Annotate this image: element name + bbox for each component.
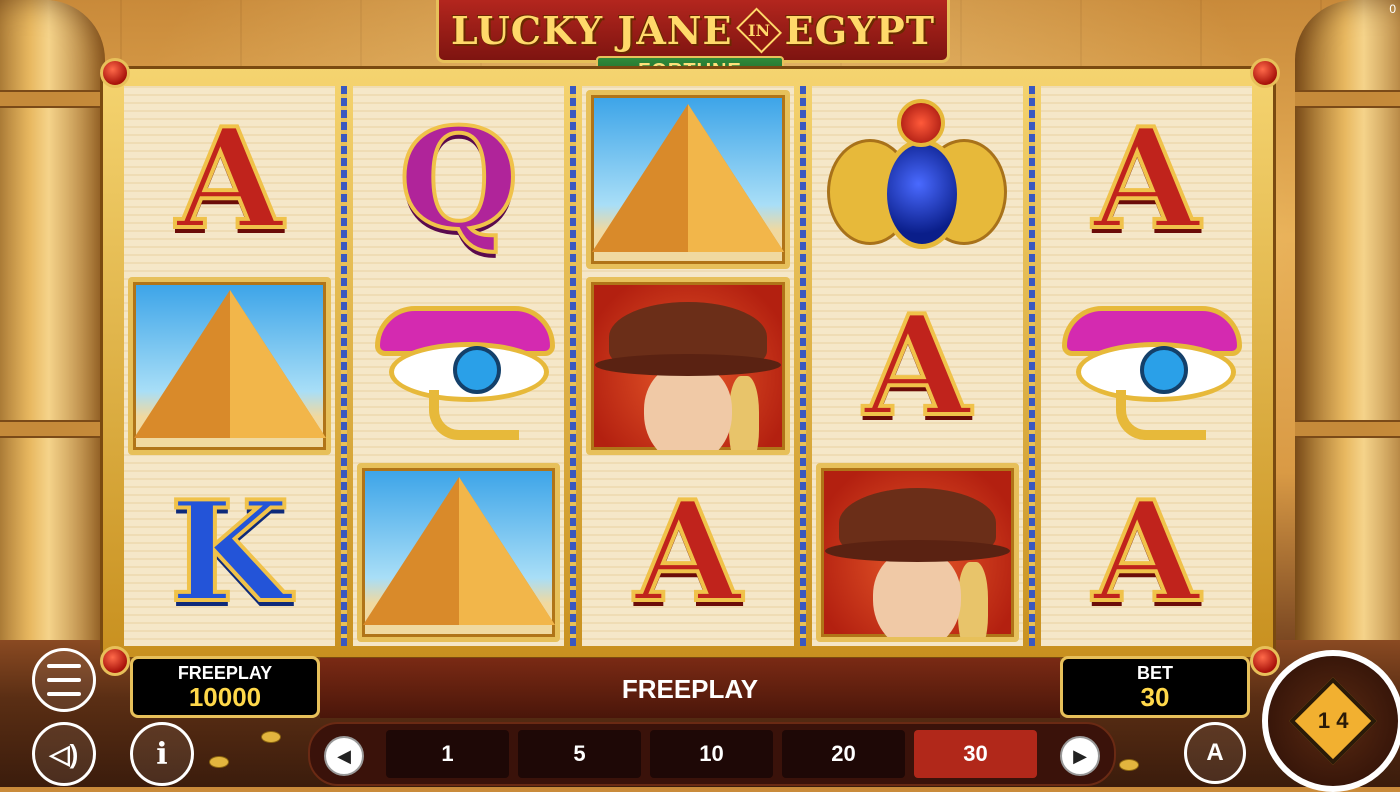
reel-divider [799,86,806,646]
lucky-jane-icon [586,276,790,456]
spin-button[interactable]: 1 4 [1262,650,1400,792]
chevron-left-icon[interactable]: ◀ [324,736,364,776]
bet-option[interactable]: 5 [518,730,641,778]
autoplay-a-icon[interactable]: A [1184,722,1246,784]
symbol-a: A [632,470,743,634]
symbol-eye-of-horus [353,273,564,460]
reel-divider [1028,86,1035,646]
frame-gem [1250,58,1280,88]
balance-box: FREEPLAY 10000 [130,656,320,718]
balance-value: 10000 [188,682,262,712]
pyramid-icon [357,463,561,642]
bet-box: BET 30 [1060,656,1250,718]
gold-coin [262,732,280,742]
pyramid-icon [586,90,790,269]
bet-option[interactable]: 1 [386,730,509,778]
symbol-lucky-jane [812,459,1023,646]
reel-2: Q [353,86,565,646]
reel-divider [341,86,348,646]
reel-3: A [582,86,794,646]
hamburger-menu-icon[interactable] [32,648,96,712]
bet-option[interactable]: 20 [782,730,905,778]
lucky-jane-icon [815,463,1019,642]
balance-label: FREEPLAY [177,663,273,683]
symbol-a: A [862,283,973,447]
symbol-lucky-jane [582,273,793,460]
frame-gem [1250,646,1280,676]
logo-title-left: LUCKY JANE [450,7,733,53]
reel-5: A A [1040,86,1253,646]
gold-coin [1120,760,1138,770]
symbol-a: A [1091,97,1202,261]
logo-title-in: IN [735,6,782,54]
symbol-pyramid [582,86,793,273]
symbol-pyramid [353,459,564,646]
game-logo: LUCKY JANE IN EGYPT [436,0,950,63]
scarab-icon [827,99,1008,259]
gold-coin [210,757,228,767]
logo-title-right: EGYPT [784,7,936,53]
symbol-eye-of-horus [1041,273,1252,460]
frame-gem [100,58,130,88]
symbol-pyramid [124,273,335,460]
spin-arrows-icon: 1 4 [1289,677,1377,765]
symbol-scarab [812,86,1023,273]
bet-selector: ◀ 1 5 10 20 30 ▶ [308,722,1116,786]
bet-option-selected[interactable]: 30 [914,730,1037,778]
speaker-icon[interactable]: ◁) [32,722,96,786]
symbol-a: A [1091,470,1202,634]
reel-divider [570,86,577,646]
corner-counter: 0 [1389,2,1396,16]
frame-gem [100,646,130,676]
symbol-a: A [174,97,285,261]
reel-grid: A K Q A A A A [124,86,1253,646]
bet-value: 30 [1140,682,1170,712]
reel-1: A K [124,86,336,646]
chevron-right-icon[interactable]: ▶ [1060,736,1100,776]
pyramid-icon [128,276,332,456]
left-pillar [0,0,105,690]
status-message: FREEPLAY [621,674,759,704]
info-icon[interactable]: i [130,722,194,786]
reel-4: A [811,86,1023,646]
eye-of-horus-icon [1056,286,1243,446]
symbol-k: K [168,470,292,634]
bet-option[interactable]: 10 [650,730,773,778]
eye-of-horus-icon [369,286,555,446]
symbol-q: Q [397,97,521,261]
bet-label: BET [1137,663,1173,683]
right-pillar [1295,0,1400,690]
